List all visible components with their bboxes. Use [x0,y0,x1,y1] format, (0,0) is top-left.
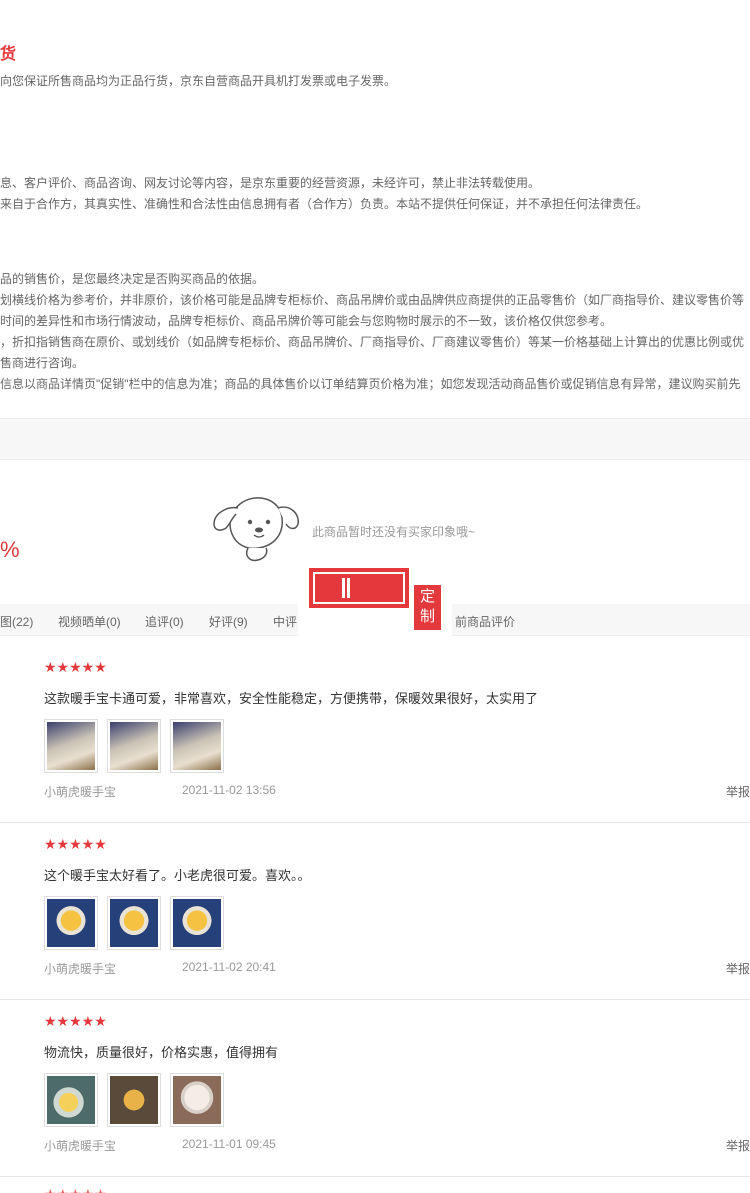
review-image-thumb[interactable] [44,719,98,773]
notice-line: ，折扣指销售商在原价、或划线价（如品牌专柜标价、商品吊牌价、厂商指导价、厂商建议… [0,335,745,349]
customize-tag-char: 定 [419,588,435,605]
tab-neutral[interactable]: 中评 [273,613,297,630]
tab-current-product[interactable]: 前商品评价 [455,613,515,630]
report-link[interactable]: 举报 [726,783,750,800]
tab-video[interactable]: 视频晒单(0) [58,613,121,630]
notice-line: 息、客户评价、商品咨询、网友讨论等内容，是京东重要的经营资源，未经许可，禁止非法… [0,176,541,190]
empty-impression-text: 此商品暂时还没有买家印象哦~ [312,525,476,539]
tab-with-images[interactable]: 图(22) [0,613,33,630]
report-link[interactable]: 举报 [726,960,750,977]
divider [0,999,750,1000]
review-image-thumb[interactable] [170,719,224,773]
promo-divider [342,578,345,598]
notice-line: 品的销售价，是您最终决定是否购买商品的依据。 [0,272,265,286]
review-time: 2021-11-02 13:56 [182,783,276,797]
section-header-bar [0,418,750,460]
notice-line: 向您保证所售商品均为正品行货，京东自营商品开具机打发票或电子发票。 [0,74,397,88]
report-link[interactable]: 举报 [726,1137,750,1154]
good-rate-percent: % [0,537,20,562]
review-content: 物流快，质量很好，价格实惠，值得拥有 [44,1045,279,1060]
review-time: 2021-11-02 20:41 [182,960,276,974]
review-image-thumb[interactable] [170,1073,224,1127]
notice-line: 划横线价格为参考价，并非原价，该价格可能是品牌专柜标价、商品吊牌价或由品牌供应商… [0,293,745,307]
floating-promo-box[interactable] [309,568,409,608]
tab-positive[interactable]: 好评(9) [209,613,248,630]
star-rating: ★★★★★ [44,836,107,852]
reviewer-name: 小萌虎暖手宝 [44,962,117,976]
notice-line: 时间的差异性和市场行情波动，品牌专柜标价、商品吊牌价等可能会与您购物时展示的不一… [0,314,613,328]
promo-divider [347,578,350,598]
reviewer-name: 小萌虎暖手宝 [44,1139,117,1153]
notice-line: 来自于合作方，其真实性、准确性和合法性由信息拥有者（合作方）负责。本站不提供任何… [0,197,649,211]
next-review-stars-partial: ★★★★★ [44,1186,107,1193]
review-image-thumb[interactable] [107,1073,161,1127]
review-image-thumb[interactable] [170,896,224,950]
divider [0,1176,750,1177]
divider [0,822,750,823]
customize-tag[interactable]: 定 制 [414,585,441,630]
star-rating: ★★★★★ [44,1013,107,1029]
review-content: 这款暖手宝卡通可爱，非常喜欢，安全性能稳定，方便携带，保暖效果很好，太实用了 [44,691,539,706]
review-image-thumb[interactable] [107,896,161,950]
reviewer-name: 小萌虎暖手宝 [44,785,117,799]
notice-line: 售商进行咨询。 [0,356,85,370]
floating-promo-frame [313,572,405,604]
notice-line: 信息以商品详情页"促销"栏中的信息为准；商品的具体售价以订单结算页价格为准；如您… [0,377,741,391]
review-time: 2021-11-01 09:45 [182,1137,276,1151]
review-content: 这个暖手宝太好看了。小老虎很可爱。喜欢。。 [44,868,311,883]
review-image-thumb[interactable] [107,719,161,773]
tab-follow-up[interactable]: 追评(0) [145,613,184,630]
star-rating: ★★★★★ [44,659,107,675]
notice-title: 货 [0,46,17,63]
review-image-thumb[interactable] [44,896,98,950]
joy-dog-mascot-icon [213,497,299,562]
customize-tag-char: 制 [419,608,435,625]
review-image-thumb[interactable] [44,1073,98,1127]
